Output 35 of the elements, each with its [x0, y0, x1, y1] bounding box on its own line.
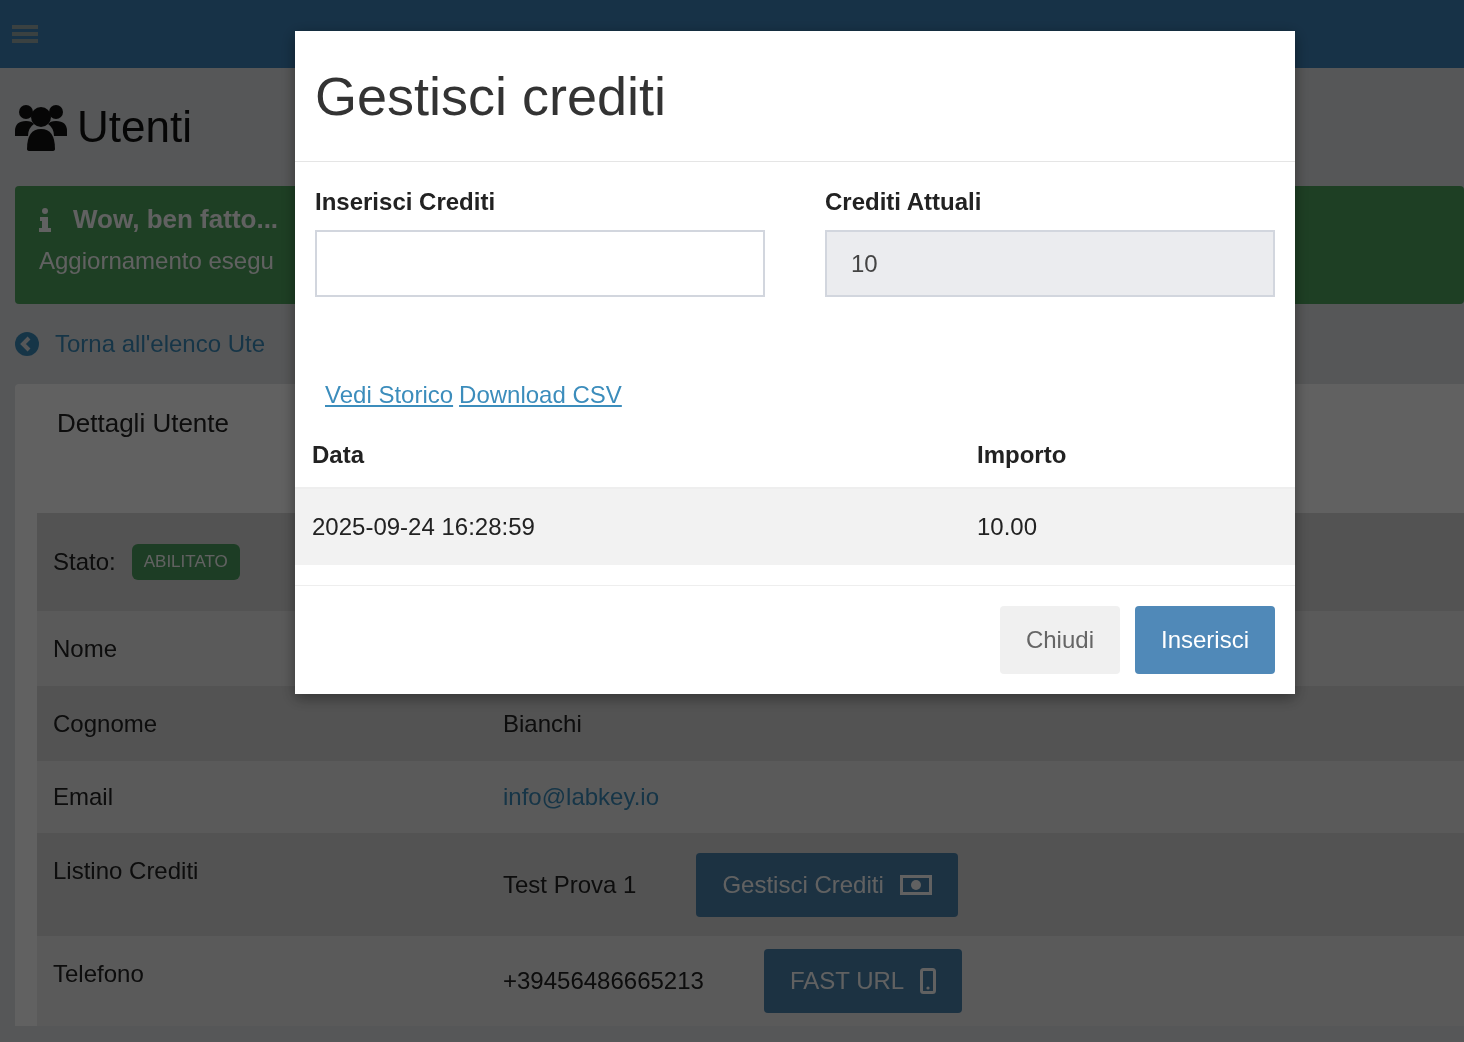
field-label: Cognome [53, 709, 159, 738]
alert-title: Wow, ben fatto... [73, 204, 279, 235]
users-icon [15, 103, 67, 151]
field-label: Listino Crediti [53, 857, 200, 885]
column-header: Importo [977, 441, 1068, 469]
info-icon [39, 207, 51, 232]
field-label: Inserisci Crediti [315, 188, 497, 216]
field-label: Nome [53, 634, 119, 663]
field-label: Telefono [53, 960, 145, 988]
phone-icon [920, 968, 937, 994]
banknote-icon [899, 874, 932, 895]
table-cell-text: 2025-09-24 16:28:59 [312, 513, 536, 541]
field-label: Crediti Attuali [825, 188, 983, 216]
close-button[interactable]: Chiudi [999, 606, 1120, 674]
status-badge: ABILITATO [131, 544, 240, 580]
table-cell-text: 10.00 [977, 513, 1039, 541]
dialog-title: Gestisci crediti [315, 65, 667, 127]
manage-credits-button[interactable]: Gestisci Crediti [696, 852, 958, 917]
field-value: Bianchi [503, 709, 582, 738]
page-title: Utenti [77, 102, 192, 152]
history-link[interactable]: Vedi Storico [325, 381, 454, 409]
history-link[interactable]: Download CSV [459, 381, 622, 409]
card-title: Dettagli Utente [57, 408, 229, 440]
field-value: +39456486665213 [503, 967, 704, 995]
credits-input[interactable] [315, 230, 765, 297]
status-label: Stato: [53, 548, 116, 576]
column-header: Data [312, 441, 366, 469]
fast-url-button[interactable]: FAST URL [763, 949, 963, 1013]
field-value: Test Prova 1 [503, 870, 637, 899]
field-label: Email [53, 783, 114, 811]
alert-message: Aggiornamento esegu [39, 247, 274, 275]
menu-icon[interactable] [12, 23, 38, 45]
email-link[interactable]: info@labkey.io [503, 783, 659, 811]
insert-button[interactable]: Inserisci [1134, 606, 1275, 674]
back-icon[interactable] [15, 332, 39, 356]
